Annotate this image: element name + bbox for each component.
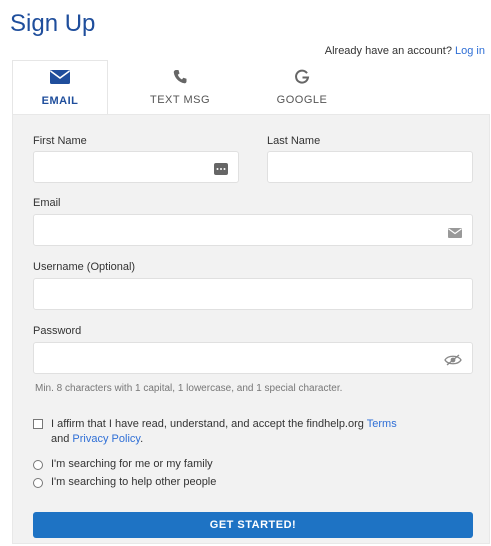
username-input[interactable] [34,279,472,309]
terms-affirm-row: I affirm that I have read, understand, a… [33,417,473,447]
terms-affirm-prefix: I affirm that I have read, understand, a… [51,418,364,430]
envelope-icon [448,225,462,243]
radio-self[interactable] [33,460,43,470]
username-field-wrap [33,278,473,310]
email-field-wrap [33,214,473,246]
tab-email[interactable]: EMAIL [12,60,108,114]
radio-others-label: I'm searching to help other people [51,476,217,488]
privacy-policy-link[interactable]: Privacy Policy [72,433,140,445]
login-link[interactable]: Log in [455,45,485,57]
radio-row-self[interactable]: I'm searching for me or my family [33,458,213,470]
last-name-input[interactable] [268,152,472,182]
password-hint: Min. 8 characters with 1 capital, 1 lowe… [35,383,343,394]
tab-email-label: EMAIL [41,95,79,107]
google-g-icon [252,69,352,91]
last-name-label: Last Name [267,135,321,147]
last-name-field-wrap [267,151,473,183]
radio-row-others[interactable]: I'm searching to help other people [33,476,216,488]
radio-self-label: I'm searching for me or my family [51,458,213,470]
signup-form-panel: First Name Last Name Email Username (Opt… [12,114,490,544]
first-name-field-wrap [33,151,239,183]
get-started-button[interactable]: GET STARTED! [33,512,473,538]
password-input[interactable] [34,343,472,373]
terms-affirm-and: and [51,433,70,445]
email-label: Email [33,197,61,209]
signup-method-tabs: EMAIL TEXT MSG GOOGLE [12,60,490,114]
terms-link[interactable]: Terms [367,418,397,430]
tab-google[interactable]: GOOGLE [252,60,352,114]
password-field-wrap [33,342,473,374]
terms-checkbox[interactable] [33,419,43,429]
tab-text-msg-label: TEXT MSG [149,94,211,106]
first-name-input[interactable] [34,152,238,182]
login-prompt-text: Already have an account? [324,45,452,57]
contact-card-icon[interactable] [214,162,228,180]
eye-slash-icon[interactable] [444,353,462,371]
envelope-icon [13,70,107,92]
first-name-label: First Name [33,135,87,147]
terms-affirm-suffix: . [140,433,144,445]
phone-icon [130,69,230,91]
username-label: Username (Optional) [33,261,136,273]
password-label: Password [33,325,82,337]
tab-google-label: GOOGLE [276,94,328,106]
email-input[interactable] [34,215,472,245]
page-title: Sign Up [10,10,96,37]
login-prompt-row: Already have an account? Log in [325,45,485,57]
radio-others[interactable] [33,478,43,488]
terms-affirm-text: I affirm that I have read, understand, a… [33,417,473,447]
tab-text-msg[interactable]: TEXT MSG [130,60,230,114]
